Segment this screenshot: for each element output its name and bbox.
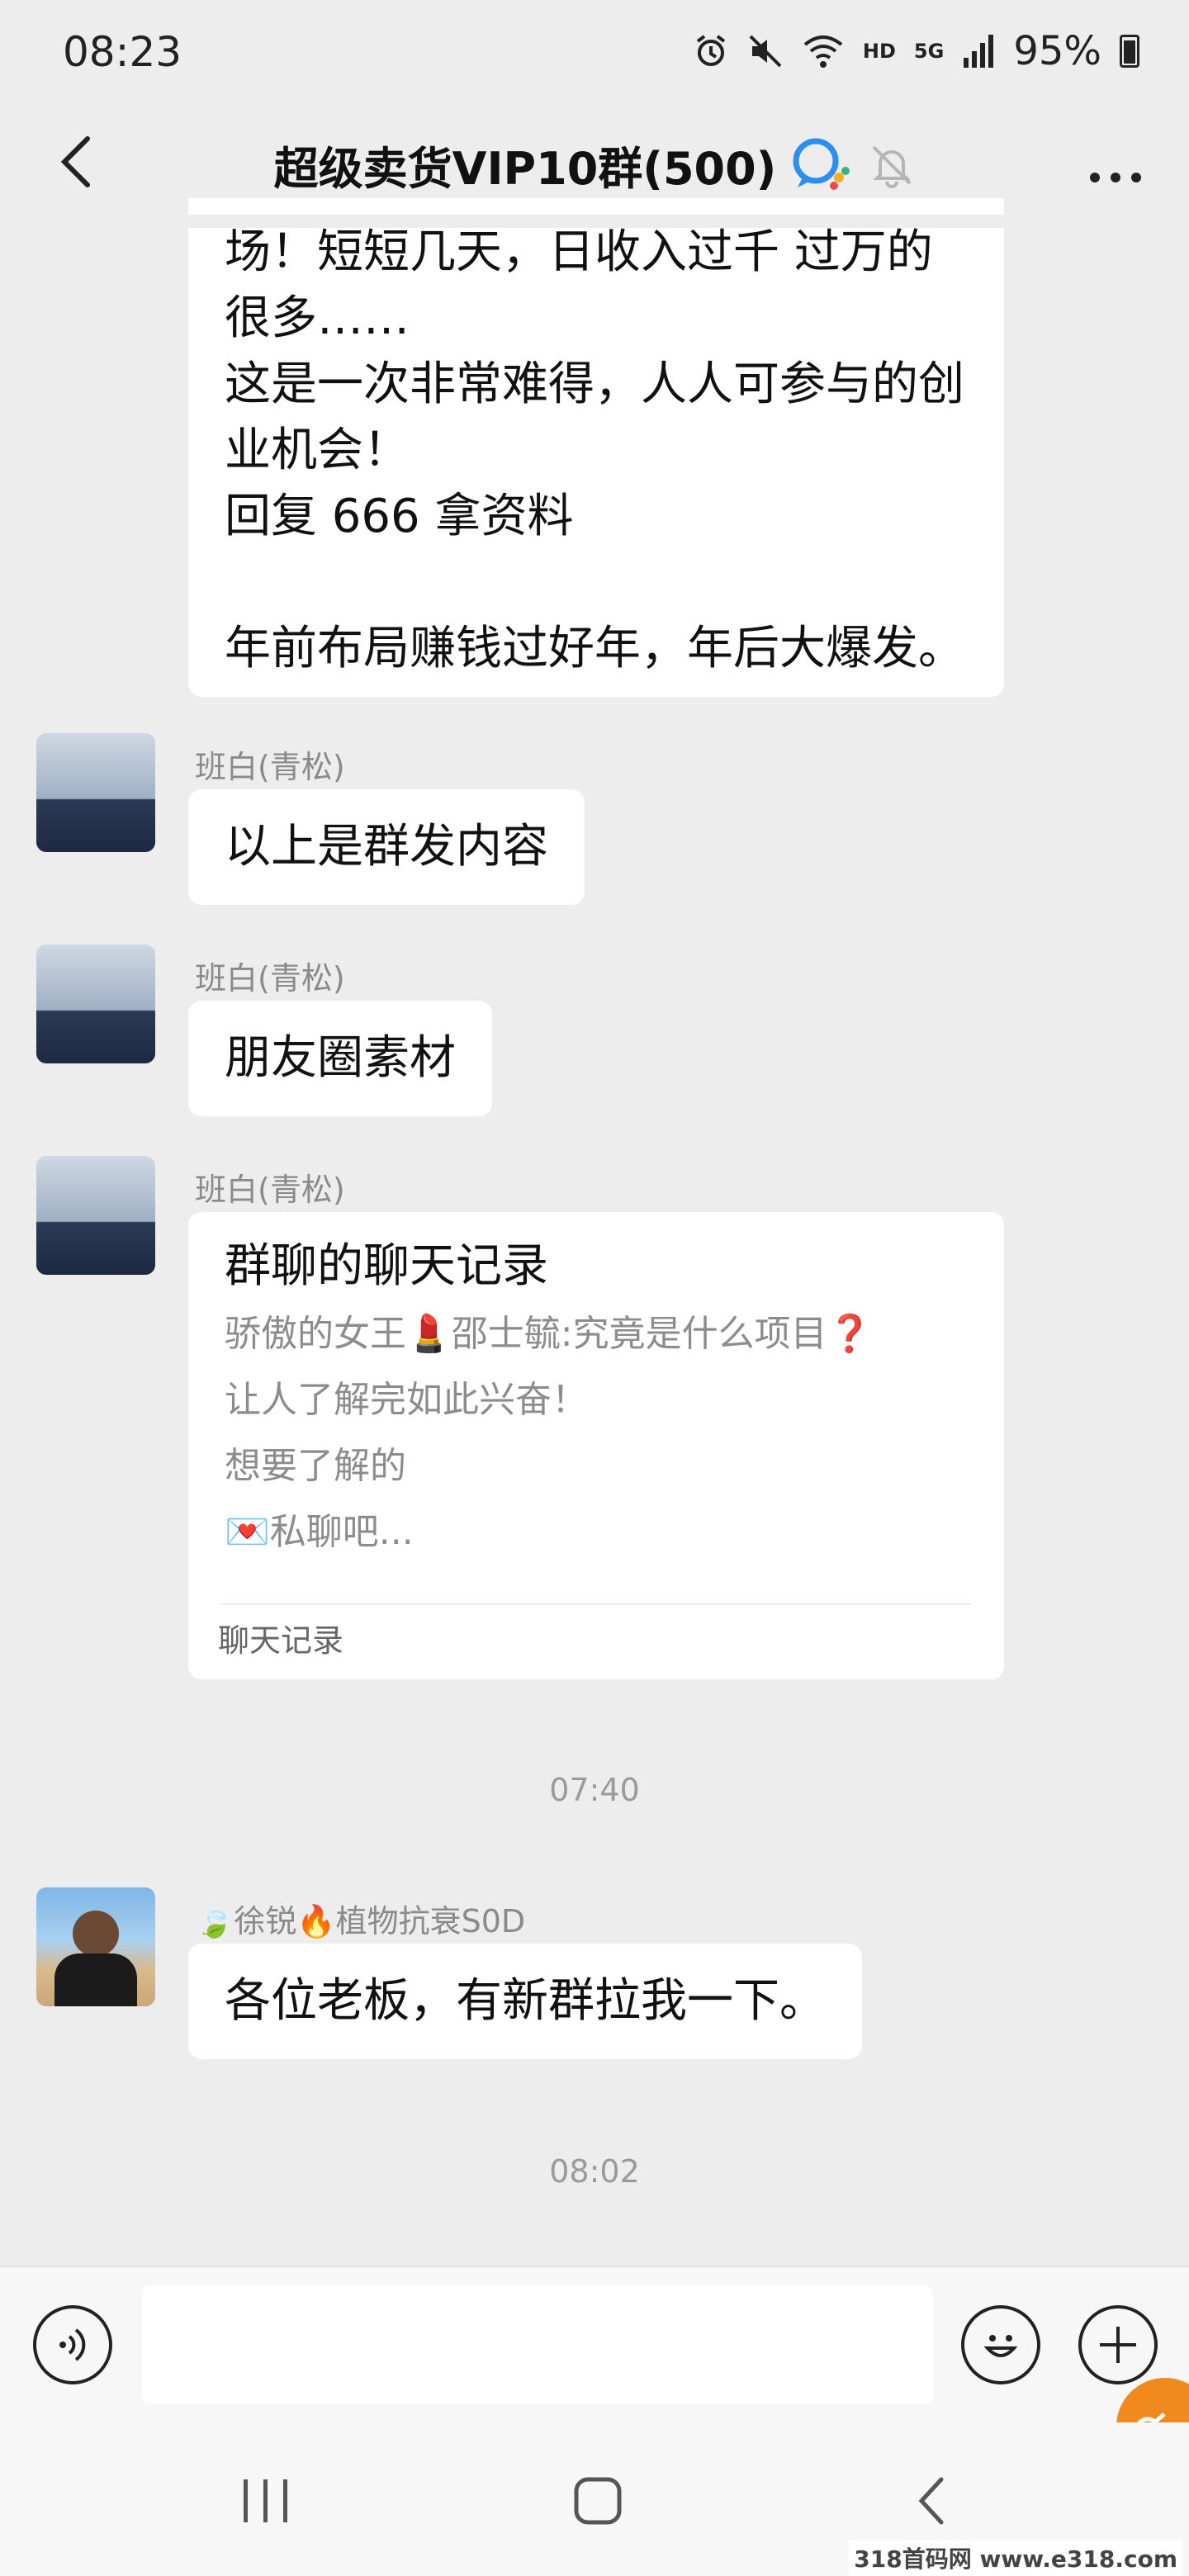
message-bubble[interactable]: 场！短短几天，日收入过千 过万的 很多…… 这是一次非常难得，人人可参与的创 业… bbox=[188, 198, 1004, 697]
avatar[interactable] bbox=[36, 1887, 155, 2006]
mute-icon bbox=[749, 35, 782, 68]
message-line: 回复 666 拿资料 bbox=[225, 490, 574, 543]
wifi-icon bbox=[803, 36, 843, 68]
sender-name: 班白(青松) bbox=[195, 1172, 345, 1208]
chat-record-card[interactable]: 群聊的聊天记录 骄傲的女王💄邵士毓:究竟是什么项目❓ 让人了解完如此兴奋！ 想要… bbox=[188, 1212, 1004, 1679]
timestamp: 07:40 bbox=[549, 1772, 640, 1808]
chat-screen: 08:23 HD 5G 95% 超级卖货VIP10群(500) 场！短短几天，日… bbox=[0, 0, 1189, 2576]
chat-title[interactable]: 超级卖货VIP10群(500) bbox=[274, 132, 777, 197]
emoji-button[interactable] bbox=[961, 2305, 1040, 2384]
plus-icon bbox=[1100, 2327, 1136, 2363]
message-line: 年前布局赚钱过好年，年后大爆发。 bbox=[225, 622, 964, 675]
message-input[interactable] bbox=[142, 2285, 933, 2404]
bell-off-icon bbox=[872, 145, 912, 188]
battery-icon bbox=[1120, 35, 1139, 68]
timestamp: 08:02 bbox=[549, 2153, 640, 2190]
message-text: 朋友圈素材 bbox=[225, 1031, 456, 1085]
message-line: 场！短短几天，日收入过千 过万的 bbox=[225, 225, 933, 279]
record-line: 骄傲的女王💄邵士毓:究竟是什么项目❓ bbox=[225, 1313, 873, 1355]
message-line: 业机会！ bbox=[225, 424, 410, 477]
group-badge-icon bbox=[793, 138, 850, 190]
record-title: 群聊的聊天记录 bbox=[225, 1239, 548, 1293]
voice-button[interactable] bbox=[33, 2305, 112, 2384]
status-time: 08:23 bbox=[63, 28, 182, 76]
hd-label: HD bbox=[862, 40, 896, 63]
record-line: 💌私聊吧... bbox=[225, 1511, 414, 1553]
message-bubble[interactable]: 以上是群发内容 bbox=[188, 789, 585, 905]
chat-title-area: 超级卖货VIP10群(500) bbox=[0, 132, 1189, 197]
more-button[interactable] bbox=[1088, 142, 1143, 196]
message-line: 很多…… bbox=[225, 291, 410, 345]
nav-back-button[interactable] bbox=[882, 2464, 981, 2538]
more-icon bbox=[1090, 173, 1141, 182]
home-button[interactable] bbox=[548, 2464, 647, 2538]
status-icons: HD 5G 95% bbox=[693, 28, 1139, 74]
watermark: 318首码网 www.e318.com bbox=[849, 2540, 1182, 2576]
record-footer: 聊天记录 bbox=[218, 1622, 344, 1659]
status-bar: 08:23 HD 5G 95% bbox=[0, 0, 1189, 107]
battery-level: 95% bbox=[1013, 28, 1101, 74]
avatar[interactable] bbox=[36, 1156, 155, 1275]
message-line bbox=[225, 550, 968, 616]
voice-icon bbox=[59, 2328, 86, 2361]
home-icon bbox=[574, 2477, 622, 2525]
recent-apps-icon bbox=[244, 2479, 287, 2522]
alarm-icon bbox=[696, 35, 726, 66]
record-line: 想要了解的 bbox=[225, 1445, 406, 1487]
nav-back-icon bbox=[918, 2477, 944, 2525]
message-text: 各位老板，有新群拉我一下。 bbox=[225, 1974, 826, 2028]
avatar-figure bbox=[73, 1911, 119, 1957]
message-bubble[interactable]: 朋友圈素材 bbox=[188, 1001, 492, 1116]
avatar[interactable] bbox=[36, 945, 155, 1063]
record-divider bbox=[221, 1603, 971, 1605]
sender-name: 🍃徐锐🔥植物抗衰S0D bbox=[195, 1903, 526, 1939]
record-line: 让人了解完如此兴奋！ bbox=[225, 1379, 588, 1421]
sender-name: 班白(青松) bbox=[195, 960, 345, 997]
add-button[interactable] bbox=[1078, 2305, 1158, 2384]
sender-name: 班白(青松) bbox=[195, 749, 345, 785]
message-text: 以上是群发内容 bbox=[225, 820, 548, 874]
signal-icon bbox=[964, 35, 994, 68]
avatar[interactable] bbox=[36, 733, 155, 852]
message-bubble[interactable]: 各位老板，有新群拉我一下。 bbox=[188, 1944, 862, 2059]
network-label: 5G bbox=[913, 40, 945, 63]
avatar-figure bbox=[54, 1953, 137, 2006]
message-line: 这是一次非常难得，人人可参与的创 bbox=[225, 358, 964, 411]
input-bar bbox=[0, 2266, 1189, 2424]
recent-apps-button[interactable] bbox=[216, 2464, 315, 2538]
bubble-cover bbox=[188, 215, 1004, 228]
emoji-icon bbox=[983, 2335, 1018, 2357]
